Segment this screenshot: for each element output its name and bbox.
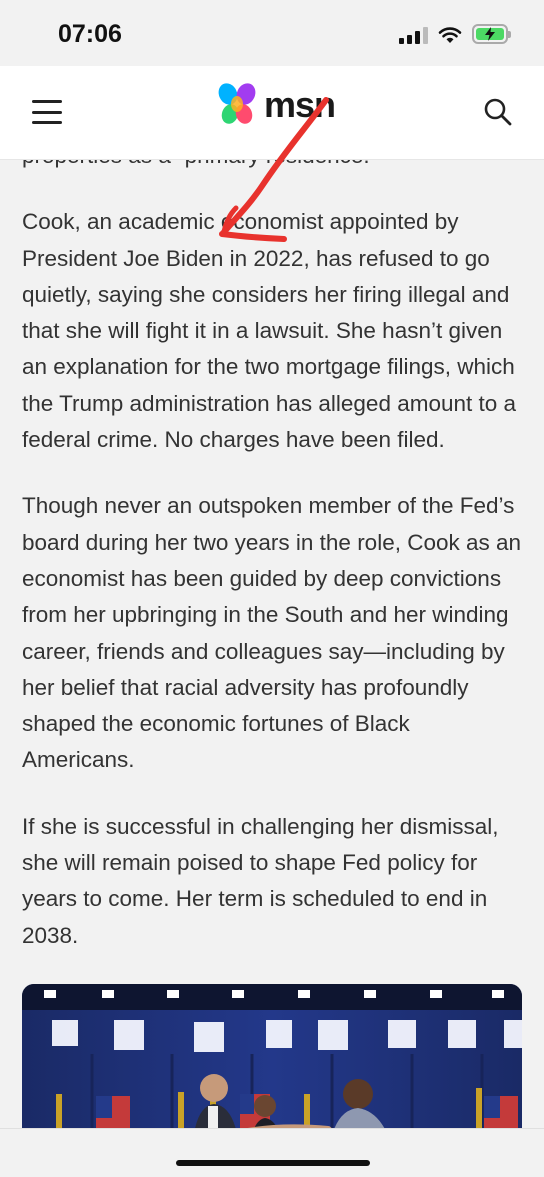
msn-logo-text: msn — [264, 84, 336, 125]
article-paragraph-1: Cook, an academic economist appointed by… — [22, 209, 517, 453]
article-body: properties as a “primary residence.” Coo… — [0, 160, 544, 1128]
status-icons — [399, 24, 511, 44]
status-time: 07:06 — [58, 20, 122, 48]
wifi-icon — [438, 27, 462, 43]
battery-charging-icon — [472, 24, 511, 44]
msn-logo[interactable]: msn — [216, 82, 336, 128]
hamburger-menu-icon[interactable] — [32, 100, 62, 124]
article-paragraph-2: Though never an outspoken member of the … — [22, 493, 522, 773]
article-hero-image[interactable] — [22, 983, 522, 1128]
msn-butterfly-logo — [218, 83, 256, 124]
search-icon[interactable] — [482, 96, 514, 128]
article-paragraph-3: If she is successful in challenging her … — [22, 813, 499, 948]
status-bar: 07:06 — [0, 0, 544, 66]
msn-header: msn — [0, 66, 544, 160]
home-indicator[interactable] — [176, 1160, 370, 1166]
article-partial-line: properties as a “primary residence.” — [22, 160, 524, 174]
cellular-signal-icon — [399, 26, 428, 44]
bottom-bar — [0, 1128, 544, 1177]
